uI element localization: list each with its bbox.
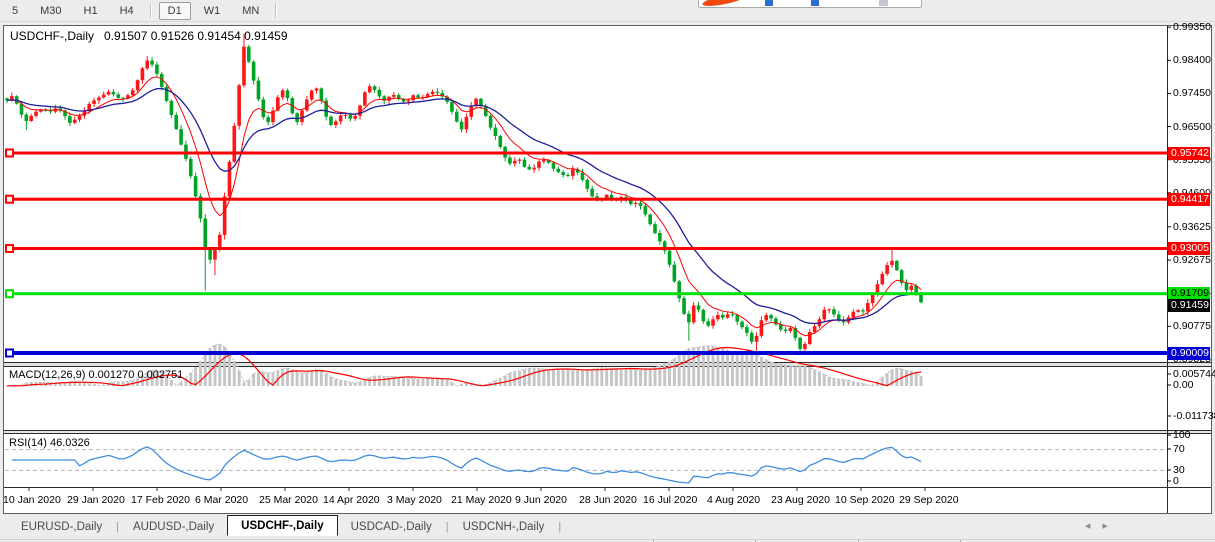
symbol-tab-audusd[interactable]: AUDUSD-,Daily xyxy=(120,518,227,536)
date-label: 10 Sep 2020 xyxy=(835,494,895,506)
date-label: 4 Aug 2020 xyxy=(707,494,760,506)
symbol-tab-usdcad[interactable]: USDCAD-,Daily xyxy=(338,518,445,536)
moving-average-20 xyxy=(7,89,921,324)
chart-ohlc-values: 0.91507 0.91526 0.91454 0.91459 xyxy=(104,29,288,43)
date-label: 28 Jun 2020 xyxy=(579,494,637,506)
chart-tab-bar: EURUSD-,Daily|AUDUSD-,DailyUSDCHF-,Daily… xyxy=(0,515,1215,538)
rsi-level-lines xyxy=(5,450,1167,471)
line-handle[interactable] xyxy=(6,196,13,203)
date-label: 9 Jun 2020 xyxy=(515,494,567,506)
price-tick-label: 0.98400 xyxy=(1173,54,1211,66)
date-label: 25 Mar 2020 xyxy=(259,494,318,506)
tab-divider: | xyxy=(446,521,449,533)
date-label: 29 Sep 2020 xyxy=(899,494,959,506)
date-label: 3 May 2020 xyxy=(387,494,442,506)
line-handle[interactable] xyxy=(6,245,13,252)
symbol-tab-usdcnh[interactable]: USDCNH-,Daily xyxy=(450,518,558,536)
price-tick-label: 0.92675 xyxy=(1173,254,1211,266)
line-handle[interactable] xyxy=(6,350,13,357)
rsi-axis-label: 0 xyxy=(1173,475,1179,487)
rsi-label: RSI(14) 46.0326 xyxy=(9,437,90,449)
tab-scroll-left-icon[interactable]: ◀ xyxy=(1085,522,1090,530)
macd-values: 0.001270 0.002751 xyxy=(88,369,183,381)
date-label: 21 May 2020 xyxy=(451,494,512,506)
date-label: 29 Jan 2020 xyxy=(67,494,125,506)
date-label: 6 Mar 2020 xyxy=(195,494,248,506)
tab-divider: | xyxy=(558,521,561,533)
price-tick-label: 0.96500 xyxy=(1173,121,1211,133)
chart-title: USDCHF-,Daily 0.91507 0.91526 0.91454 0.9… xyxy=(10,29,288,43)
price-tick-label: 0.90775 xyxy=(1173,320,1211,332)
line-price-tag: 0.90009 xyxy=(1168,347,1210,360)
price-tick-label: 0.99350 xyxy=(1173,21,1211,33)
chart-symbol-label: USDCHF-,Daily xyxy=(10,29,94,43)
date-label: 10 Jan 2020 xyxy=(3,494,61,506)
date-label: 16 Jul 2020 xyxy=(643,494,697,506)
chart-canvas[interactable] xyxy=(0,0,1215,541)
rsi-value: 46.0326 xyxy=(50,437,90,449)
line-handle[interactable] xyxy=(6,150,13,157)
price-tick-label: 0.93625 xyxy=(1173,221,1211,233)
rsi-line xyxy=(12,447,921,483)
date-label: 14 Apr 2020 xyxy=(323,494,380,506)
symbol-tab-eurusd[interactable]: EURUSD-,Daily xyxy=(8,518,115,536)
tab-scroll-arrows: ◀ ▶ xyxy=(1085,517,1131,535)
rsi-axis-label: 100 xyxy=(1173,429,1191,441)
line-handle[interactable] xyxy=(6,290,13,297)
moving-average-8 xyxy=(7,77,921,336)
tab-divider: | xyxy=(116,521,119,533)
date-label: 17 Feb 2020 xyxy=(131,494,190,506)
line-price-tag: 0.93005 xyxy=(1168,242,1210,255)
macd-axis-label: -0.011738 xyxy=(1173,410,1215,422)
candlesticks xyxy=(5,34,923,354)
current-price-tag: 0.91459 xyxy=(1168,299,1210,312)
macd-label: MACD(12,26,9) 0.001270 0.002751 xyxy=(9,369,183,381)
line-price-tag: 0.95742 xyxy=(1168,147,1210,160)
symbol-tab-usdchf[interactable]: USDCHF-,Daily xyxy=(227,515,337,536)
rsi-axis-label: 70 xyxy=(1173,443,1185,455)
price-tick-label: 0.97450 xyxy=(1173,87,1211,99)
macd-axis-label: 0.00 xyxy=(1173,379,1193,391)
date-label: 23 Aug 2020 xyxy=(771,494,830,506)
line-price-tag: 0.94417 xyxy=(1168,193,1210,206)
tab-scroll-right-icon[interactable]: ▶ xyxy=(1102,522,1107,530)
